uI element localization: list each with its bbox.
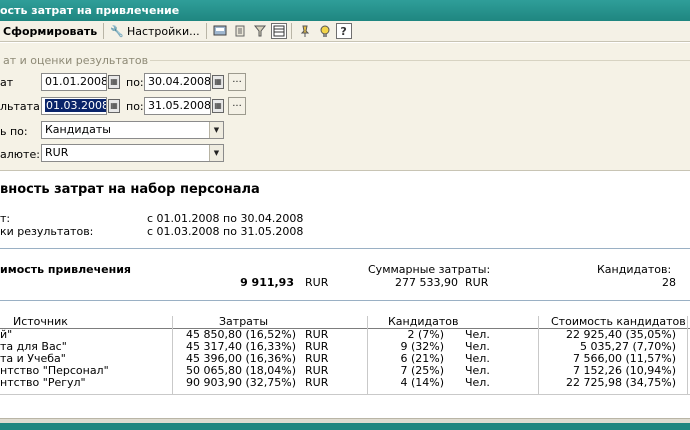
lightbulb-icon[interactable] xyxy=(316,22,334,40)
settings-button[interactable]: 🔧 Настройки... xyxy=(107,22,202,41)
column-separator xyxy=(367,316,368,395)
report-title: вность затрат на набор персонала xyxy=(0,182,260,197)
cost-currency: RUR xyxy=(305,276,329,289)
currency-value: RUR xyxy=(45,146,69,159)
table-row: нтство "Регул" 90 903,90 (32,75%) RUR 4 … xyxy=(0,377,690,389)
candidates-label: Кандидатов: xyxy=(597,263,672,276)
result-label: льтата xyxy=(0,100,40,113)
parameters-panel: ат и оценки результатов ат 01.01.2008 ▦ … xyxy=(0,43,690,171)
calendar-icon[interactable]: ▦ xyxy=(212,99,224,113)
total-costs-label: Суммарные затраты: xyxy=(368,263,491,276)
report-eval-value: с 01.03.2008 по 31.05.2008 xyxy=(147,225,304,238)
group-by-value: Кандидаты xyxy=(45,123,111,136)
group-divider xyxy=(150,60,690,61)
toolbar-separator xyxy=(103,23,105,39)
report-divider xyxy=(0,248,690,249)
period-to-value: 30.04.2008 xyxy=(148,75,211,88)
window-titlebar: ость затрат на привлечение xyxy=(0,0,690,21)
generate-button[interactable]: Сформировать xyxy=(0,22,100,41)
header-cost-per-candidate: Стоимость кандидатов xyxy=(551,315,686,328)
result-to-value: 31.05.2008 xyxy=(148,99,211,112)
pin-icon[interactable] xyxy=(296,22,314,40)
report-period-value: с 01.01.2008 по 30.04.2008 xyxy=(147,212,304,225)
period-from-value: 01.01.2008 xyxy=(45,75,107,88)
row-unit: Чел. xyxy=(465,376,490,389)
header-costs: Затраты xyxy=(219,315,269,328)
row-costs: 90 903,90 (32,75%) xyxy=(185,376,296,389)
total-costs-value: 277 533,90 xyxy=(395,276,458,289)
period-select-button[interactable]: ... xyxy=(228,73,246,91)
window-title: ость затрат на привлечение xyxy=(0,4,180,17)
report-period-label: т: xyxy=(0,212,11,225)
calendar-icon[interactable]: ▦ xyxy=(108,75,120,89)
calendar-icon[interactable]: ▦ xyxy=(108,99,120,113)
wrench-icon: 🔧 xyxy=(110,24,124,38)
result-select-button[interactable]: ... xyxy=(228,97,246,115)
row-candidates: 4 (14%) xyxy=(400,376,444,389)
report-eval-label: ки результатов: xyxy=(0,225,94,238)
period-label: ат xyxy=(0,76,14,89)
result-to-label: по: xyxy=(126,100,144,113)
table-bottom-border xyxy=(0,394,690,395)
chevron-down-icon[interactable]: ▼ xyxy=(209,145,223,161)
generate-button-label: Сформировать xyxy=(3,24,98,38)
restore-settings-icon[interactable] xyxy=(231,22,249,40)
currency-label: алюте: xyxy=(0,148,40,161)
save-settings-icon[interactable] xyxy=(211,22,229,40)
report-divider xyxy=(0,300,690,301)
candidates-value: 28 xyxy=(662,276,676,289)
settings-button-label: Настройки... xyxy=(126,24,200,38)
toolbar-separator xyxy=(290,23,292,39)
layout-icon[interactable] xyxy=(270,23,287,39)
chevron-down-icon[interactable]: ▼ xyxy=(209,122,223,138)
result-from-input[interactable]: 01.03.2008 xyxy=(41,97,107,115)
result-to-input[interactable]: 31.05.2008 xyxy=(144,97,211,115)
result-from-value: 01.03.2008 xyxy=(45,99,106,112)
column-separator xyxy=(538,316,539,395)
group-by-label: ь по: xyxy=(0,125,28,138)
cost-label: имость привлечения xyxy=(0,263,131,276)
row-cost-per-candidate: 22 725,98 (34,75%) xyxy=(565,376,676,389)
group-by-select[interactable]: Кандидаты ▼ xyxy=(41,121,224,139)
period-from-input[interactable]: 01.01.2008 xyxy=(41,73,107,91)
currency-select[interactable]: RUR ▼ xyxy=(41,144,224,162)
period-to-input[interactable]: 30.04.2008 xyxy=(144,73,211,91)
status-bar xyxy=(0,423,690,430)
column-separator xyxy=(687,316,688,395)
total-costs-currency: RUR xyxy=(465,276,489,289)
row-source: нтство "Регул" xyxy=(0,376,86,389)
help-icon[interactable]: ? xyxy=(335,23,352,39)
parameters-group-title: ат и оценки результатов xyxy=(3,54,149,67)
header-source: Источник xyxy=(13,315,68,328)
toolbar-separator xyxy=(205,23,207,39)
period-to-label: по: xyxy=(126,76,144,89)
row-currency: RUR xyxy=(305,376,329,389)
cost-value: 9 911,93 xyxy=(240,276,294,289)
report-area: вность затрат на набор персонала т: с 01… xyxy=(0,172,690,418)
toolbar: Сформировать 🔧 Настройки... ? xyxy=(0,21,690,42)
column-separator xyxy=(172,316,173,395)
filter-icon[interactable] xyxy=(251,22,269,40)
calendar-icon[interactable]: ▦ xyxy=(212,75,224,89)
table-header: Источник Затраты Кандидатов Стоимость ка… xyxy=(0,316,690,328)
header-candidates: Кандидатов xyxy=(388,315,459,328)
